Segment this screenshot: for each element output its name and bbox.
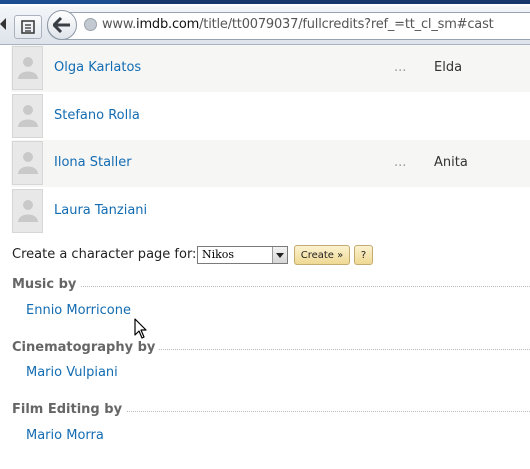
character-select-value: Nikos — [202, 248, 235, 261]
cast-row: Ilona Staller ... Anita — [11, 140, 530, 187]
section-heading: Music by — [12, 277, 530, 295]
crew-name-link[interactable]: Mario Vulpiani — [26, 365, 118, 380]
section-divider — [12, 286, 530, 287]
section-title: Film Editing by — [12, 402, 127, 417]
avatar-placeholder-icon[interactable] — [12, 46, 43, 90]
create-button[interactable]: Create » — [294, 245, 350, 265]
url-text[interactable]: www.imdb.com/title/tt0079037/fullcredits… — [102, 17, 494, 32]
back-arrow-icon — [53, 17, 70, 33]
url-prefix: www. — [102, 17, 137, 32]
actor-name-link[interactable]: Laura Tanziani — [54, 203, 147, 218]
url-path: /title/tt0079037/fullcredits?ref_=tt_cl_… — [199, 17, 494, 32]
character-select[interactable]: Nikos — [197, 246, 288, 264]
character-page-label: Create a character page for: — [12, 247, 197, 262]
character-name: Elda — [434, 60, 463, 75]
site-identity-icon[interactable] — [84, 18, 97, 31]
section-heading: Film Editing by — [12, 402, 530, 420]
actor-name-link[interactable]: Olga Karlatos — [54, 60, 141, 75]
crew-name-link[interactable]: Ennio Morricone — [26, 303, 131, 318]
section-title: Cinematography by — [12, 340, 160, 355]
help-button[interactable]: ? — [354, 245, 373, 265]
ellipsis: ... — [394, 155, 407, 170]
avatar-placeholder-icon[interactable] — [12, 94, 43, 138]
toolbar-overflow-icon[interactable] — [0, 18, 6, 30]
crew-name-link[interactable]: Mario Morra — [26, 428, 104, 443]
avatar-placeholder-icon[interactable] — [12, 189, 43, 233]
section-heading: Cinematography by — [12, 340, 530, 358]
actor-name-link[interactable]: Ilona Staller — [54, 155, 132, 170]
titlebar-strip-dark — [120, 0, 530, 4]
ellipsis: ... — [394, 60, 407, 75]
character-name: Anita — [434, 155, 468, 170]
cast-row: Laura Tanziani — [11, 188, 530, 235]
browser-toolbar: www.imdb.com/title/tt0079037/fullcredits… — [0, 6, 530, 45]
section-title: Music by — [12, 277, 81, 292]
cast-row: Stefano Rolla — [11, 93, 530, 140]
list-icon — [21, 20, 35, 34]
actor-name-link[interactable]: Stefano Rolla — [54, 108, 140, 123]
mouse-cursor-icon — [134, 318, 147, 339]
back-button[interactable] — [47, 10, 77, 40]
cast-row: Olga Karlatos ... Elda — [11, 45, 530, 92]
dropdown-arrow-icon[interactable] — [272, 247, 287, 263]
reader-view-button[interactable] — [14, 15, 42, 39]
url-domain: imdb.com — [136, 17, 200, 32]
character-page-form: Create a character page for: Nikos Creat… — [12, 245, 530, 267]
avatar-placeholder-icon[interactable] — [12, 141, 43, 185]
